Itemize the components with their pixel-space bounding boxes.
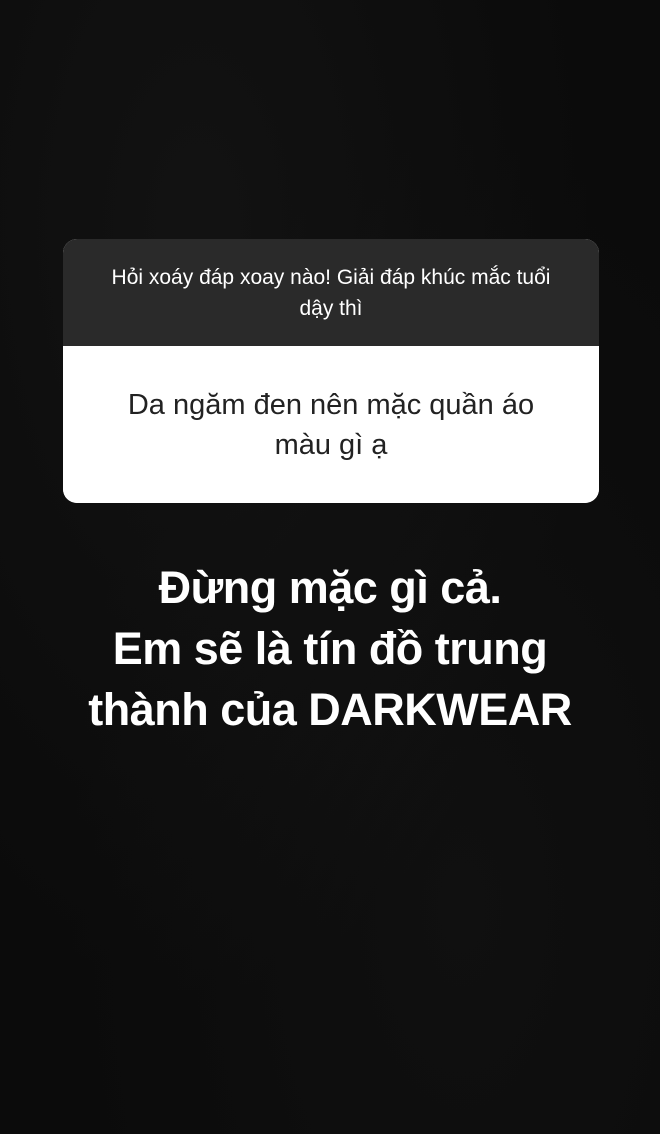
question-sticker-prompt: Hỏi xoáy đáp xoay nào! Giải đáp khúc mắc… (111, 265, 551, 320)
question-sticker-body: Da ngăm đen nên mặc quần áo màu gì ạ (63, 346, 599, 503)
answer-line-3: thành của DARKWEAR (88, 684, 572, 735)
question-sticker[interactable]: Hỏi xoáy đáp xoay nào! Giải đáp khúc mắc… (63, 239, 599, 503)
question-sticker-question: Da ngăm đen nên mặc quần áo màu gì ạ (127, 388, 535, 461)
answer-line-2: Em sẽ là tín đồ trung (112, 623, 548, 674)
answer-text: Đừng mặc gì cả. Em sẽ là tín đồ trung th… (0, 557, 660, 740)
answer-line-1: Đừng mặc gì cả. (158, 562, 502, 613)
question-sticker-header: Hỏi xoáy đáp xoay nào! Giải đáp khúc mắc… (63, 239, 599, 346)
